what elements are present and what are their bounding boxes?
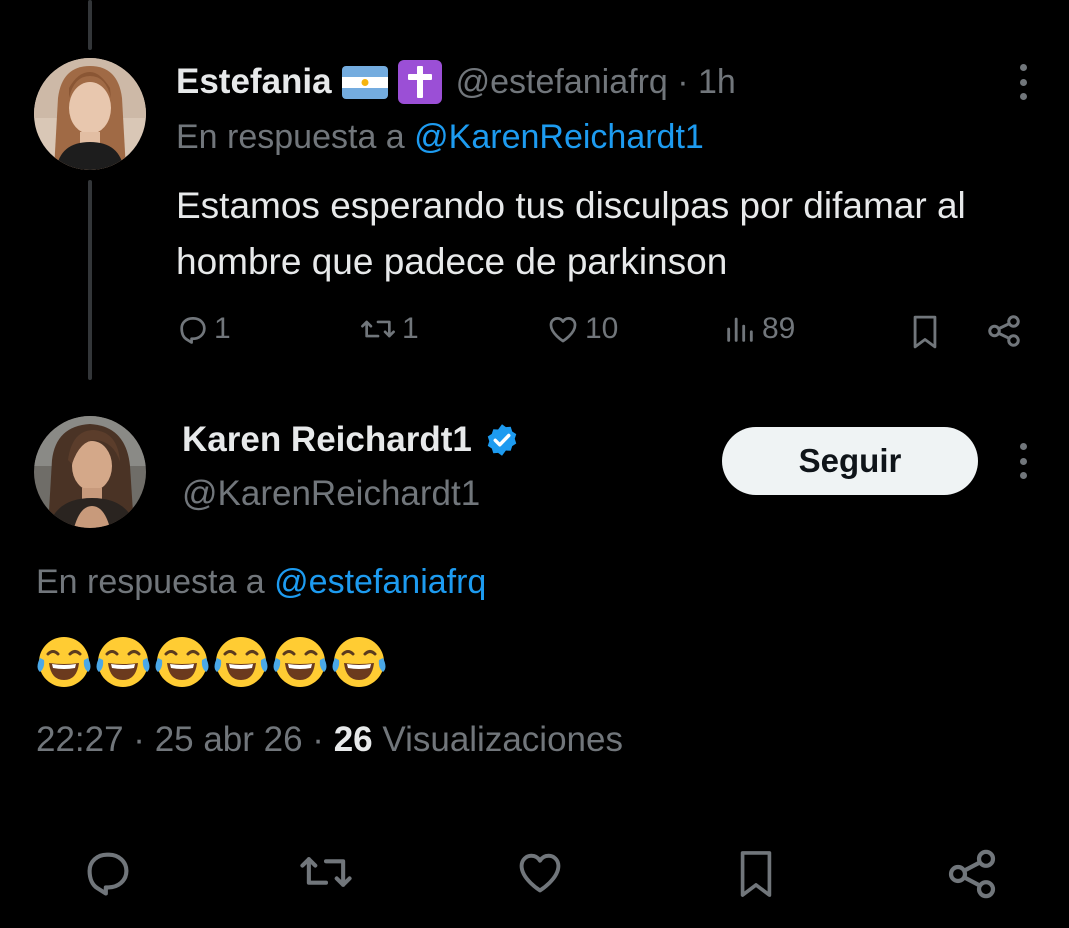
tweet1-text: Estamos esperando tus disculpas por difa… [176, 185, 966, 282]
tweet2-text: 😂😂😂😂😂😂 [34, 632, 388, 692]
tweet-thread-view: Estefania @estefaniafrq · 1h En respuest… [0, 0, 1069, 928]
share-button[interactable] [944, 846, 1000, 902]
reply-count: 1 [214, 312, 231, 345]
share-icon [988, 315, 1020, 347]
analytics-icon [727, 317, 753, 342]
like-button[interactable] [512, 846, 568, 898]
bookmark-icon [740, 851, 772, 897]
bookmark-button[interactable] [908, 312, 942, 352]
avatar-image [34, 416, 146, 528]
reply-prefix: En respuesta a [36, 563, 265, 601]
heart-icon [549, 317, 577, 343]
reply-button[interactable]: 1 [176, 312, 231, 346]
bookmark-button[interactable] [733, 846, 779, 902]
like-button[interactable]: 10 [545, 312, 618, 346]
more-options-icon[interactable] [1018, 443, 1028, 479]
views-button[interactable]: 89 [722, 312, 795, 346]
argentina-flag-icon [341, 65, 388, 99]
tears-of-joy-emoji [93, 632, 153, 692]
tears-of-joy-emoji [329, 632, 389, 692]
timestamp[interactable]: 22:27 · 25 abr 26 · [36, 720, 334, 759]
reply-prefix: En respuesta a [176, 118, 405, 156]
tears-of-joy-emoji [152, 632, 212, 692]
more-options-icon[interactable] [1018, 64, 1028, 100]
bookmark-icon [913, 315, 937, 349]
avatar-image [34, 58, 146, 170]
follow-button[interactable]: Seguir [722, 427, 978, 495]
latin-cross-icon [397, 60, 442, 104]
views-label: Visualizaciones [372, 720, 623, 759]
retweet-count: 1 [402, 312, 419, 345]
thread-connector-top [88, 0, 92, 50]
reply-mention-link[interactable]: @estefaniafrq [274, 563, 486, 601]
reply-mention-link[interactable]: @KarenReichardt1 [414, 118, 704, 156]
retweet-icon [300, 857, 352, 887]
tears-of-joy-emoji [270, 632, 330, 692]
thread-connector [88, 180, 92, 380]
retweet-button[interactable]: 1 [358, 312, 419, 346]
share-icon [948, 849, 996, 899]
share-button[interactable] [985, 312, 1023, 350]
tweet2-header: Karen Reichardt1 [182, 420, 520, 460]
views-count: 89 [762, 312, 796, 345]
like-count: 10 [585, 312, 619, 345]
reply-context: En respuesta a @estefaniafrq [36, 563, 486, 602]
avatar-karen[interactable] [34, 416, 146, 528]
verified-badge-icon [487, 424, 517, 456]
reply-button[interactable] [80, 846, 136, 898]
avatar-estefania[interactable] [34, 58, 146, 170]
handle-and-time[interactable]: @estefaniafrq · 1h [456, 63, 736, 102]
retweet-icon [361, 320, 395, 338]
handle[interactable]: @KarenReichardt1 [182, 474, 480, 514]
display-name[interactable]: Estefania [176, 62, 332, 102]
retweet-button[interactable] [296, 846, 356, 898]
reply-icon [180, 317, 206, 344]
tweet-meta: 22:27 · 25 abr 26 · 26 Visualizaciones [36, 720, 623, 760]
tweet1-header: Estefania @estefaniafrq · 1h [176, 58, 736, 106]
tears-of-joy-emoji [211, 632, 271, 692]
display-name[interactable]: Karen Reichardt1 [182, 420, 472, 460]
heart-icon [519, 853, 561, 893]
reply-icon [87, 852, 129, 896]
reply-context: En respuesta a @KarenReichardt1 [176, 118, 704, 157]
tears-of-joy-emoji [34, 632, 94, 692]
views-count: 26 [333, 720, 373, 759]
